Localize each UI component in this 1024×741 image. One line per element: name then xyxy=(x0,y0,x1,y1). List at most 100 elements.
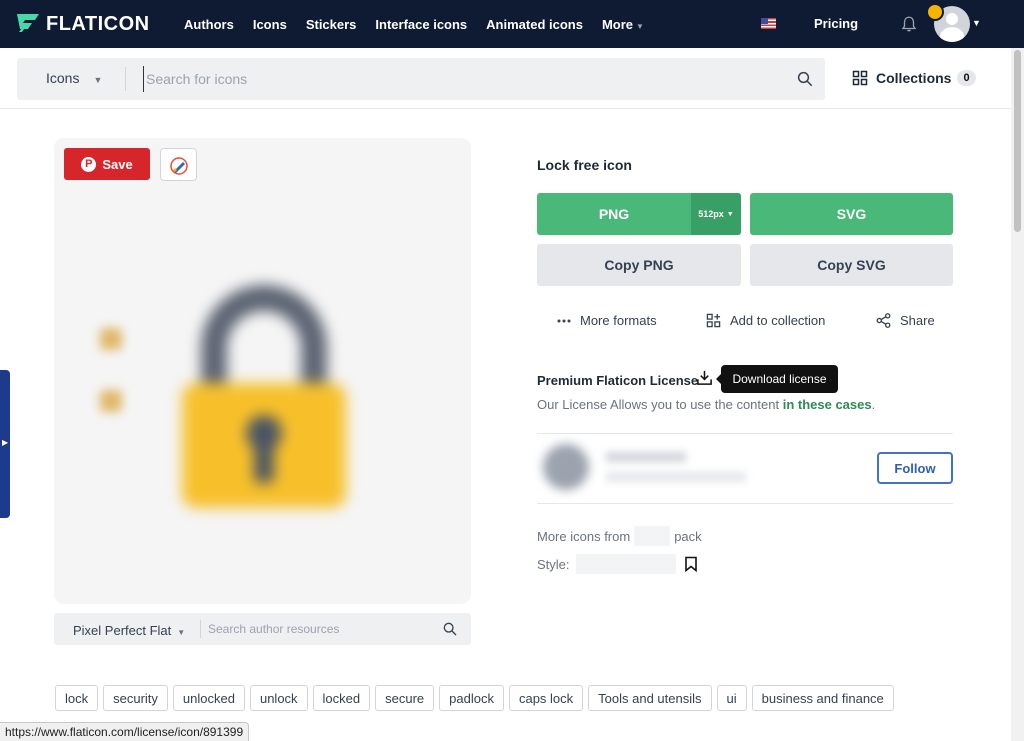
page-scrollbar[interactable] xyxy=(1011,48,1024,741)
copy-svg-button[interactable]: Copy SVG xyxy=(750,244,953,286)
divider xyxy=(537,503,953,504)
avatar-chevron-down-icon[interactable]: ▼ xyxy=(972,18,981,28)
top-navbar: FLATICON Authors Icons Stickers Interfac… xyxy=(0,0,1024,48)
search-row: Icons ▼ Collections 0 xyxy=(0,48,1011,109)
chevron-down-icon: ▼ xyxy=(636,21,644,31)
tag-secure[interactable]: secure xyxy=(375,685,435,711)
search-divider xyxy=(125,67,126,91)
variant-thumbnail[interactable] xyxy=(100,390,122,412)
ellipsis-icon xyxy=(557,319,571,322)
author-dropdown[interactable]: Pixel Perfect Flat ▼ xyxy=(73,623,185,638)
collections-count-badge: 0 xyxy=(957,70,976,86)
style-label: Style: xyxy=(537,556,570,572)
logo-text: FLATICON xyxy=(46,12,150,35)
author-name: Pixel Perfect Flat xyxy=(73,623,172,638)
tag-padlock[interactable]: padlock xyxy=(439,685,504,711)
author-meta-blurred xyxy=(606,472,746,482)
nav-link-stickers[interactable]: Stickers xyxy=(306,17,357,32)
add-collection-icon xyxy=(706,313,721,328)
license-period: . xyxy=(871,397,876,412)
nav-link-more-label: More xyxy=(601,16,634,32)
author-name-blurred xyxy=(606,452,686,462)
bookmark-icon[interactable] xyxy=(684,556,698,572)
nav-link-authors[interactable]: Authors xyxy=(184,17,234,32)
nav-link-interface-icons[interactable]: Interface icons xyxy=(375,17,467,32)
search-icon[interactable] xyxy=(796,70,814,88)
download-icon[interactable] xyxy=(696,369,713,386)
tag-lock[interactable]: lock xyxy=(55,685,99,711)
scrollbar-thumb[interactable] xyxy=(1014,50,1021,232)
share-icon xyxy=(876,313,891,328)
more-icons-prefix: More icons from xyxy=(537,528,631,544)
nav-links: Authors Icons Stickers Interface icons A… xyxy=(184,17,663,32)
share-label: Share xyxy=(900,313,935,328)
tag-security[interactable]: security xyxy=(103,685,168,711)
search-icon[interactable] xyxy=(442,621,458,637)
nav-link-pricing[interactable]: Pricing xyxy=(814,16,858,31)
collections-label: Collections xyxy=(876,70,952,86)
style-link[interactable] xyxy=(575,554,676,574)
side-panel-toggle[interactable]: ▶ xyxy=(0,370,10,518)
license-text: Our License Allows you to use the conten… xyxy=(537,397,780,412)
nav-link-animated-icons[interactable]: Animated icons xyxy=(486,17,583,32)
author-divider xyxy=(200,620,201,638)
style-row: Style: xyxy=(537,554,698,574)
tag-caps-lock[interactable]: caps lock xyxy=(508,685,584,711)
search-type-dropdown[interactable]: Icons ▼ xyxy=(46,70,102,86)
copy-png-button[interactable]: Copy PNG xyxy=(537,244,741,286)
more-formats-label: More formats xyxy=(580,313,657,328)
tag-locked[interactable]: locked xyxy=(312,685,371,711)
tag-list: lock security unlocked unlock locked sec… xyxy=(55,685,899,711)
flaticon-logo-icon xyxy=(17,14,39,32)
share-button[interactable]: Share xyxy=(876,313,935,328)
bell-icon[interactable] xyxy=(900,15,918,33)
icon-preview-card: P Save xyxy=(54,138,471,604)
add-to-collection-label: Add to collection xyxy=(730,313,826,328)
collections-button[interactable]: Collections 0 xyxy=(852,70,976,86)
flaticon-logo[interactable]: FLATICON xyxy=(16,13,166,36)
search-input[interactable] xyxy=(143,66,763,92)
divider xyxy=(537,433,953,434)
pack-link[interactable] xyxy=(634,526,671,546)
crown-icon xyxy=(926,3,944,21)
tag-unlocked[interactable]: unlocked xyxy=(172,685,245,711)
tag-ui[interactable]: ui xyxy=(716,685,747,711)
tag-business-and-finance[interactable]: business and finance xyxy=(751,685,894,711)
save-label: Save xyxy=(102,156,133,172)
download-svg-button[interactable]: SVG xyxy=(750,193,953,235)
edit-icon-button[interactable] xyxy=(160,148,197,181)
tag-unlock[interactable]: unlock xyxy=(249,685,308,711)
pinterest-save-button[interactable]: P Save xyxy=(64,148,150,180)
author-search-input[interactable] xyxy=(208,619,428,639)
author-avatar[interactable] xyxy=(543,444,589,490)
search-type-label: Icons xyxy=(46,70,80,86)
nav-link-icons[interactable]: Icons xyxy=(253,17,287,32)
license-title: Premium Flaticon License xyxy=(537,373,699,388)
more-icons-suffix: pack xyxy=(674,528,702,544)
grid-icon xyxy=(852,70,868,86)
license-cases-link[interactable]: in these cases xyxy=(783,397,872,412)
nav-link-more[interactable]: More ▼ xyxy=(602,17,644,32)
variant-thumbnail[interactable] xyxy=(100,328,122,350)
follow-button[interactable]: Follow xyxy=(877,452,953,484)
icon-title: Lock free icon xyxy=(537,157,632,173)
search-box: Icons ▼ xyxy=(17,58,825,100)
browser-status-url: https://www.flaticon.com/license/icon/89… xyxy=(0,722,250,741)
download-png-button[interactable]: PNG 512px ▼ xyxy=(537,193,741,235)
png-size-label: 512px xyxy=(698,209,724,219)
chevron-down-icon: ▼ xyxy=(726,210,734,218)
add-to-collection-button[interactable]: Add to collection xyxy=(706,313,825,328)
pinterest-icon: P xyxy=(81,156,97,172)
more-formats-button[interactable]: More formats xyxy=(557,313,657,328)
png-label: PNG xyxy=(598,206,630,222)
chevron-right-icon: ▶ xyxy=(2,438,9,447)
png-size-dropdown[interactable]: 512px ▼ xyxy=(691,193,741,235)
chevron-down-icon: ▼ xyxy=(177,628,186,637)
more-icons-from-pack: More icons from pack xyxy=(537,526,702,546)
us-flag-icon[interactable] xyxy=(761,18,776,29)
tag-tools-and-utensils[interactable]: Tools and utensils xyxy=(588,685,712,711)
pencil-edit-icon xyxy=(170,157,188,175)
author-bar: Pixel Perfect Flat ▼ xyxy=(54,613,471,645)
download-license-tooltip: Download license xyxy=(716,365,838,393)
license-description: Our License Allows you to use the conten… xyxy=(537,397,875,412)
